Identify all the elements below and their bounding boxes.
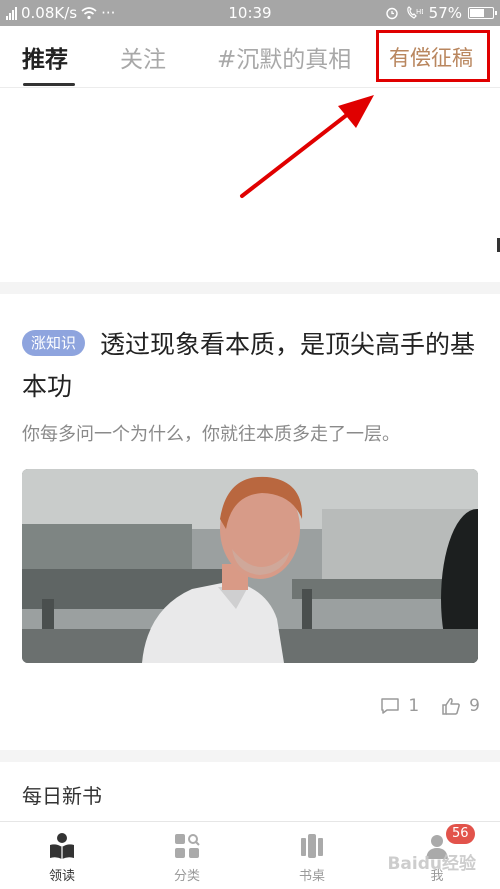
section-divider bbox=[0, 282, 500, 294]
status-right: HD 57% bbox=[385, 0, 497, 26]
nav-label: 领读 bbox=[48, 869, 75, 884]
notification-badge: 56 bbox=[446, 824, 475, 844]
bookshelf-icon bbox=[301, 834, 323, 858]
comment-count: 1 bbox=[408, 696, 420, 716]
article-stats: 1 9 bbox=[380, 696, 480, 716]
like-count: 9 bbox=[469, 696, 480, 716]
nav-label: 分类 bbox=[173, 869, 200, 884]
article-tag-badge: 涨知识 bbox=[22, 330, 86, 356]
battery-icon bbox=[468, 7, 497, 19]
article-cover-image[interactable] bbox=[22, 469, 478, 663]
tab-follow[interactable]: 关注 bbox=[120, 40, 166, 74]
svg-text:HD: HD bbox=[416, 8, 423, 16]
nav-lingdu[interactable]: 领读 bbox=[17, 832, 107, 884]
article-card[interactable]: 透过现象看本质，是顶尖高手的基本功 涨知识 你每多问一个为什么，你就往本质多走了… bbox=[0, 294, 500, 750]
nav-label: 书桌 bbox=[298, 869, 325, 884]
battery-percent: 57% bbox=[428, 4, 462, 22]
book-reader-icon bbox=[50, 833, 74, 859]
annotation-arrow bbox=[240, 95, 374, 198]
daily-new-books-heading: 每日新书 bbox=[22, 784, 102, 808]
article-title[interactable]: 透过现象看本质，是顶尖高手的基本功 bbox=[22, 324, 482, 408]
comment-icon bbox=[381, 698, 400, 714]
cover-photo-man bbox=[22, 469, 478, 663]
status-bar: 0.08K/s ··· 10:39 HD 57% bbox=[0, 0, 500, 26]
nav-desk[interactable]: 书桌 bbox=[267, 832, 357, 884]
comment-stat[interactable]: 1 bbox=[380, 696, 419, 716]
thumbs-up-icon bbox=[442, 697, 461, 715]
nav-category[interactable]: 分类 bbox=[142, 832, 232, 884]
tab-topic-silent-truth[interactable]: #沉默的真相 bbox=[217, 40, 367, 74]
call-icon: HD bbox=[406, 6, 423, 19]
alarm-icon bbox=[385, 7, 398, 20]
article-subtitle: 你每多问一个为什么，你就往本质多走了一层。 bbox=[22, 424, 400, 445]
section-divider bbox=[0, 750, 500, 762]
active-tab-indicator bbox=[23, 83, 75, 86]
category-search-icon bbox=[175, 834, 200, 858]
watermark-logo: Baidu经验 bbox=[387, 854, 476, 874]
like-stat[interactable]: 9 bbox=[441, 696, 480, 716]
tab-recommend[interactable]: 推荐 bbox=[22, 40, 68, 74]
annotation-highlight-box bbox=[376, 30, 490, 82]
battery-fill bbox=[470, 9, 484, 17]
